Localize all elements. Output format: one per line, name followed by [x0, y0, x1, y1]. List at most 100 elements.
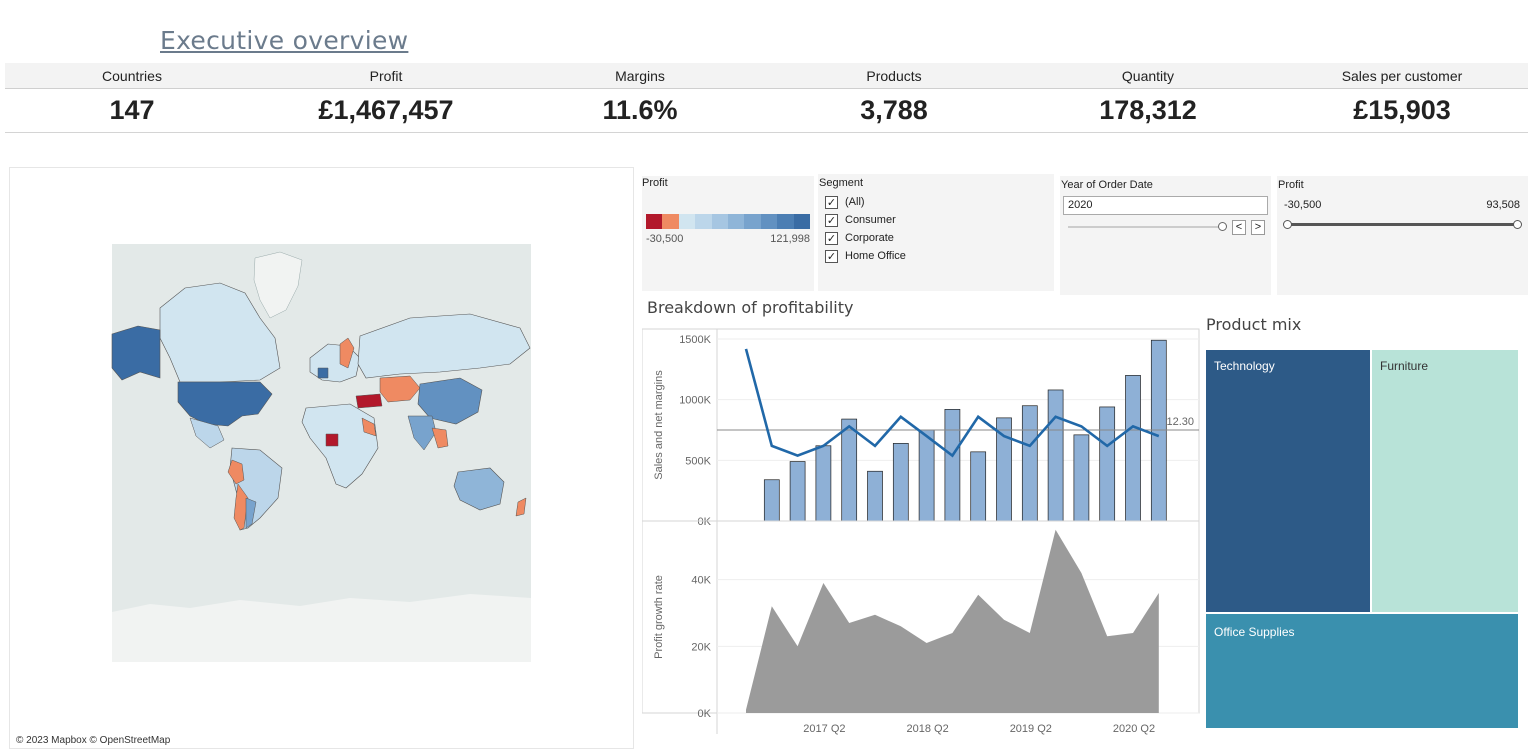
- profit-legend-title: Profit: [642, 177, 668, 189]
- profit-slider-track[interactable]: [1287, 223, 1517, 226]
- treemap-label: Furniture: [1380, 359, 1429, 373]
- product-mix-treemap: Technology Furniture Office Supplies: [1206, 350, 1518, 728]
- world-map[interactable]: [10, 168, 635, 750]
- treemap-label: Technology: [1214, 359, 1275, 373]
- profit-color-ramp[interactable]: [646, 214, 811, 229]
- turkey-shape[interactable]: [355, 393, 383, 409]
- world-map-panel[interactable]: © 2023 Mapbox © OpenStreetMap: [9, 167, 634, 749]
- y-tick-label: 1500K: [679, 334, 711, 346]
- x-tick-label: 2020 Q2: [1113, 723, 1155, 735]
- profit-slider-min-handle[interactable]: [1283, 220, 1292, 229]
- segment-filter-title: Segment: [819, 177, 864, 189]
- treemap-office-supplies[interactable]: Office Supplies: [1206, 614, 1518, 728]
- profit-filter-panel: Profit -30,500 93,508: [1277, 176, 1528, 295]
- year-next-button[interactable]: >: [1251, 220, 1265, 235]
- checkbox-corporate[interactable]: ✓: [825, 232, 838, 245]
- sales-bar: [1099, 406, 1116, 522]
- checkbox-label[interactable]: Home Office: [845, 250, 906, 262]
- alaska-shape[interactable]: [111, 325, 161, 381]
- y-tick-label: 0K: [698, 516, 712, 528]
- checkbox-all[interactable]: ✓: [825, 196, 838, 209]
- kpi-value: 178,312: [1099, 95, 1197, 125]
- x-tick-label: 2018 Q2: [906, 723, 948, 735]
- profit-legend-max: 121,998: [770, 233, 810, 245]
- sales-bar: [815, 445, 832, 522]
- legend-swatch[interactable]: [793, 214, 811, 229]
- sales-bar: [1150, 339, 1167, 522]
- profit-filter-min: -30,500: [1284, 199, 1322, 211]
- x-tick-label: 2019 Q2: [1010, 723, 1052, 735]
- profit-slider-max-handle[interactable]: [1513, 220, 1522, 229]
- kpi-value: £15,903: [1353, 95, 1451, 125]
- x-tick-label: 2017 Q2: [803, 723, 845, 735]
- legend-swatch[interactable]: [760, 214, 778, 229]
- profit-growth-area: [746, 529, 1159, 713]
- treemap-label: Office Supplies: [1214, 625, 1295, 639]
- kpi-label: Margins: [615, 68, 665, 84]
- kpi-profit: Profit £1,467,457: [259, 63, 513, 133]
- uk-shape[interactable]: [317, 367, 329, 379]
- sales-bar: [867, 470, 883, 522]
- kpi-value: 3,788: [860, 95, 928, 125]
- year-slider-handle[interactable]: [1218, 222, 1227, 231]
- y-axis-title: Sales and net margins: [653, 370, 665, 480]
- checkbox-label[interactable]: (All): [845, 196, 865, 208]
- kpi-label: Countries: [102, 68, 162, 84]
- y-tick-label: 40K: [691, 575, 711, 587]
- kpi-value: 147: [109, 95, 155, 125]
- sales-bar: [841, 418, 858, 522]
- profit-legend-min: -30,500: [646, 233, 684, 245]
- segment-filter-panel: Segment ✓ (All) ✓ Consumer ✓ Corporate ✓…: [818, 174, 1054, 291]
- dashboard-title[interactable]: Executive overview: [160, 26, 408, 55]
- legend-swatch[interactable]: [728, 214, 745, 229]
- nigeria-shape[interactable]: [325, 433, 339, 447]
- year-filter-panel: Year of Order Date 2020 < >: [1060, 176, 1271, 295]
- legend-swatch[interactable]: [711, 214, 729, 229]
- kpi-products: Products 3,788: [767, 63, 1021, 133]
- treemap-furniture[interactable]: Furniture: [1372, 350, 1518, 614]
- legend-swatch[interactable]: [678, 214, 696, 229]
- kpi-countries: Countries 147: [5, 63, 259, 133]
- treemap-technology[interactable]: Technology: [1206, 350, 1372, 614]
- sales-bar: [1073, 434, 1090, 522]
- sales-bar: [763, 479, 780, 522]
- y-tick-label: 500K: [685, 455, 711, 467]
- legend-swatch[interactable]: [744, 214, 761, 229]
- kpi-strip: Countries 147 Profit £1,467,457 Margins …: [5, 63, 1528, 133]
- year-slider-track[interactable]: [1068, 226, 1226, 228]
- map-credit[interactable]: © 2023 Mapbox © OpenStreetMap: [16, 735, 170, 746]
- sales-bar: [1125, 375, 1141, 522]
- checkbox-label[interactable]: Consumer: [845, 214, 896, 226]
- checkbox-consumer[interactable]: ✓: [825, 214, 838, 227]
- legend-swatch[interactable]: [662, 214, 679, 229]
- kpi-label: Products: [866, 68, 922, 84]
- kpi-label: Profit: [369, 68, 403, 84]
- sales-bar: [1021, 405, 1038, 522]
- sales-bar: [970, 451, 987, 522]
- y-tick-label: 0K: [698, 708, 712, 720]
- profit-filter-title: Profit: [1278, 179, 1304, 191]
- kpi-quantity: Quantity 178,312: [1021, 63, 1275, 133]
- legend-swatch[interactable]: [646, 214, 663, 229]
- y-tick-label: 1000K: [679, 395, 711, 407]
- legend-swatch[interactable]: [777, 214, 794, 229]
- y-tick-label: 20K: [691, 641, 711, 653]
- profit-legend-panel: Profit -30,500 121,998: [642, 176, 814, 291]
- legend-swatch[interactable]: [695, 214, 712, 229]
- kpi-margins: Margins 11.6%: [513, 63, 767, 133]
- kpi-sales-per-customer: Sales per customer £15,903: [1275, 63, 1529, 133]
- checkbox-label[interactable]: Corporate: [845, 232, 894, 244]
- breakdown-chart[interactable]: 0K 500K 1000K 1500K Sales and net margins 12.…: [642, 322, 1202, 742]
- year-value-field[interactable]: 2020: [1063, 196, 1268, 215]
- kpi-label: Sales per customer: [1341, 68, 1463, 84]
- profit-filter-max: 93,508: [1486, 199, 1520, 211]
- sales-bar: [789, 461, 806, 522]
- checkbox-home-office[interactable]: ✓: [825, 250, 838, 263]
- reference-line-label: 12.30: [1166, 416, 1194, 428]
- kpi-value: 11.6%: [602, 95, 678, 125]
- breakdown-title: Breakdown of profitability: [647, 298, 854, 317]
- year-prev-button[interactable]: <: [1232, 220, 1246, 235]
- product-mix-title: Product mix: [1206, 315, 1302, 334]
- sales-bar: [1047, 389, 1064, 522]
- y-axis-title: Profit growth rate: [653, 575, 665, 659]
